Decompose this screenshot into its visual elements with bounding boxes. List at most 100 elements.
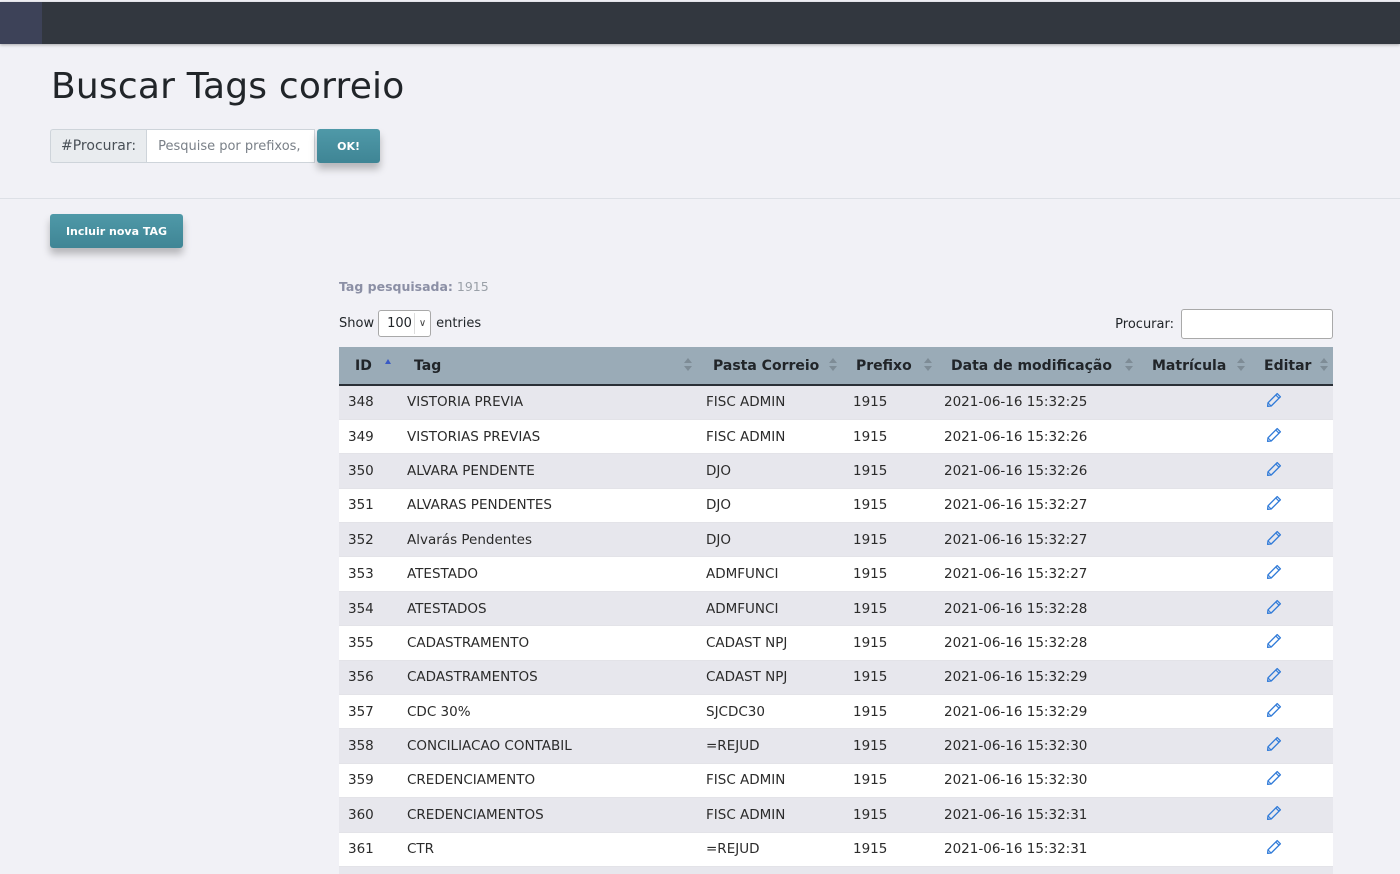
header-label: Pasta Correio [713, 357, 820, 374]
header-col-id[interactable]: ID [339, 347, 398, 386]
cell-prefixo: 1915 [842, 418, 937, 454]
table-row [339, 865, 1333, 874]
cell-id: 359 [339, 762, 398, 798]
cell-pasta: ADMFUNCI [697, 590, 842, 626]
pencil-icon[interactable] [1266, 392, 1282, 408]
table-row: 356 CADASTRAMENTOS CADAST NPJ 1915 2021-06-1… [339, 659, 1333, 695]
header-col-prefixo[interactable]: Prefixo [842, 347, 937, 386]
cell-editar [1250, 453, 1333, 489]
pencil-icon[interactable] [1266, 736, 1282, 752]
cell-editar [1250, 556, 1333, 592]
cell-id: 361 [339, 831, 398, 867]
table-row: 359 CREDENCIAMENTO FISC ADMIN 1915 2021-06-1… [339, 762, 1333, 798]
header-col-matricula[interactable]: Matrícula [1138, 347, 1250, 386]
cell-pasta: CADAST NPJ [697, 625, 842, 661]
pencil-icon[interactable] [1266, 667, 1282, 683]
table-row: 349 VISTORIAS PREVIAS FISC ADMIN 1915 2021-0… [339, 418, 1333, 454]
cell-matricula [1138, 384, 1250, 420]
cell-pasta: FISC ADMIN [697, 418, 842, 454]
sort-arrows-icon [829, 358, 837, 372]
entries-label: entries [436, 316, 482, 331]
table-body: 348 VISTORIA PREVIA FISC ADMIN 1915 2021-06-… [339, 384, 1333, 874]
cell-prefixo: 1915 [842, 625, 937, 661]
cell-tag: CREDENCIAMENTOS [398, 797, 697, 833]
cell-data: 2021-06-16 15:32:27 [937, 556, 1138, 592]
pencil-icon[interactable] [1266, 805, 1282, 821]
cell-id: 351 [339, 487, 398, 523]
cell-id: 360 [339, 797, 398, 833]
page-title: Buscar Tags correio [51, 66, 405, 107]
table-row: 360 CREDENCIAMENTOS FISC ADMIN 1915 2021-06-… [339, 797, 1333, 833]
cell-editar [1250, 659, 1333, 695]
cell-matricula [1138, 797, 1250, 833]
pencil-icon[interactable] [1266, 461, 1282, 477]
header-col-tag[interactable]: Tag [398, 347, 697, 386]
header-label: Prefixo [856, 357, 912, 374]
pencil-icon[interactable] [1266, 427, 1282, 443]
entries-select-value: 100 [387, 316, 412, 331]
cell-editar [1250, 625, 1333, 661]
pencil-icon[interactable] [1266, 633, 1282, 649]
header-label: Tag [414, 357, 442, 374]
cell-editar [1250, 590, 1333, 626]
cell-tag: CONCILIACAO CONTABIL [398, 728, 697, 764]
cell-data: 2021-06-16 15:32:28 [937, 590, 1138, 626]
table-row: 350 ALVARA PENDENTE DJO 1915 2021-06-16 15:3… [339, 453, 1333, 489]
cell-tag: Alvarás Pendentes [398, 522, 697, 557]
table-row: 355 CADASTRAMENTO CADAST NPJ 1915 2021-06-16… [339, 625, 1333, 661]
cell-prefixo: 1915 [842, 487, 937, 523]
cell-editar [1250, 384, 1333, 420]
header-col-data-modificacao[interactable]: Data de modificação [937, 347, 1138, 386]
cell-id: 353 [339, 556, 398, 592]
cell-id: 348 [339, 384, 398, 420]
search-prefix-label: #Procurar: [50, 129, 147, 163]
cell-pasta: FISC ADMIN [697, 762, 842, 798]
pencil-icon[interactable] [1266, 599, 1282, 615]
cell-data: 2021-06-16 15:32:26 [937, 418, 1138, 454]
cell-pasta: FISC ADMIN [697, 384, 842, 420]
cell-id: 356 [339, 659, 398, 695]
cell-pasta: FISC ADMIN [697, 797, 842, 833]
cell-data: 2021-06-16 15:32:27 [937, 522, 1138, 557]
cell-pasta: CADAST NPJ [697, 659, 842, 695]
table-row: 348 VISTORIA PREVIA FISC ADMIN 1915 2021-06-… [339, 384, 1333, 420]
cell-editar [1250, 694, 1333, 729]
cell-prefixo: 1915 [842, 590, 937, 626]
filter-input[interactable] [1181, 309, 1333, 339]
ok-button[interactable]: OK! [317, 129, 381, 163]
header-label: Matrícula [1152, 357, 1227, 374]
cell-matricula [1138, 659, 1250, 695]
cell-pasta: DJO [697, 522, 842, 557]
cell-id: 354 [339, 590, 398, 626]
cell-matricula [1138, 487, 1250, 523]
cell-pasta: ADMFUNCI [697, 556, 842, 592]
cell-tag: VISTORIA PREVIA [398, 384, 697, 420]
header-col-pasta-correio[interactable]: Pasta Correio [697, 347, 842, 386]
table-row: 357 CDC 30% SJCDC30 1915 2021-06-16 15:32:29 [339, 694, 1333, 729]
entries-select[interactable]: 100 ∨ [378, 310, 432, 337]
pencil-icon[interactable] [1266, 839, 1282, 855]
cell-prefixo: 1915 [842, 659, 937, 695]
cell-editar [1250, 797, 1333, 833]
header-col-editar[interactable]: Editar [1250, 347, 1333, 386]
cell-data: 2021-06-16 15:32:31 [937, 831, 1138, 867]
cell-data: 2021-06-16 15:32:25 [937, 384, 1138, 420]
pencil-icon[interactable] [1266, 530, 1282, 546]
pencil-icon[interactable] [1266, 495, 1282, 511]
header-label: ID [355, 357, 372, 374]
cell-matricula [1138, 694, 1250, 729]
cell-prefixo [842, 865, 937, 874]
cell-tag: CTR [398, 831, 697, 867]
cell-editar [1250, 865, 1333, 874]
add-tag-button[interactable]: Incluir nova TAG [50, 214, 183, 248]
cell-pasta: DJO [697, 487, 842, 523]
navbar-menu-toggle[interactable] [0, 2, 42, 44]
sort-arrows-icon [924, 358, 932, 372]
pencil-icon[interactable] [1266, 702, 1282, 718]
search-input[interactable] [146, 129, 316, 163]
cell-id: 357 [339, 694, 398, 729]
pencil-icon[interactable] [1266, 770, 1282, 786]
cell-matricula [1138, 865, 1250, 874]
top-navbar [0, 2, 1400, 44]
pencil-icon[interactable] [1266, 564, 1282, 580]
